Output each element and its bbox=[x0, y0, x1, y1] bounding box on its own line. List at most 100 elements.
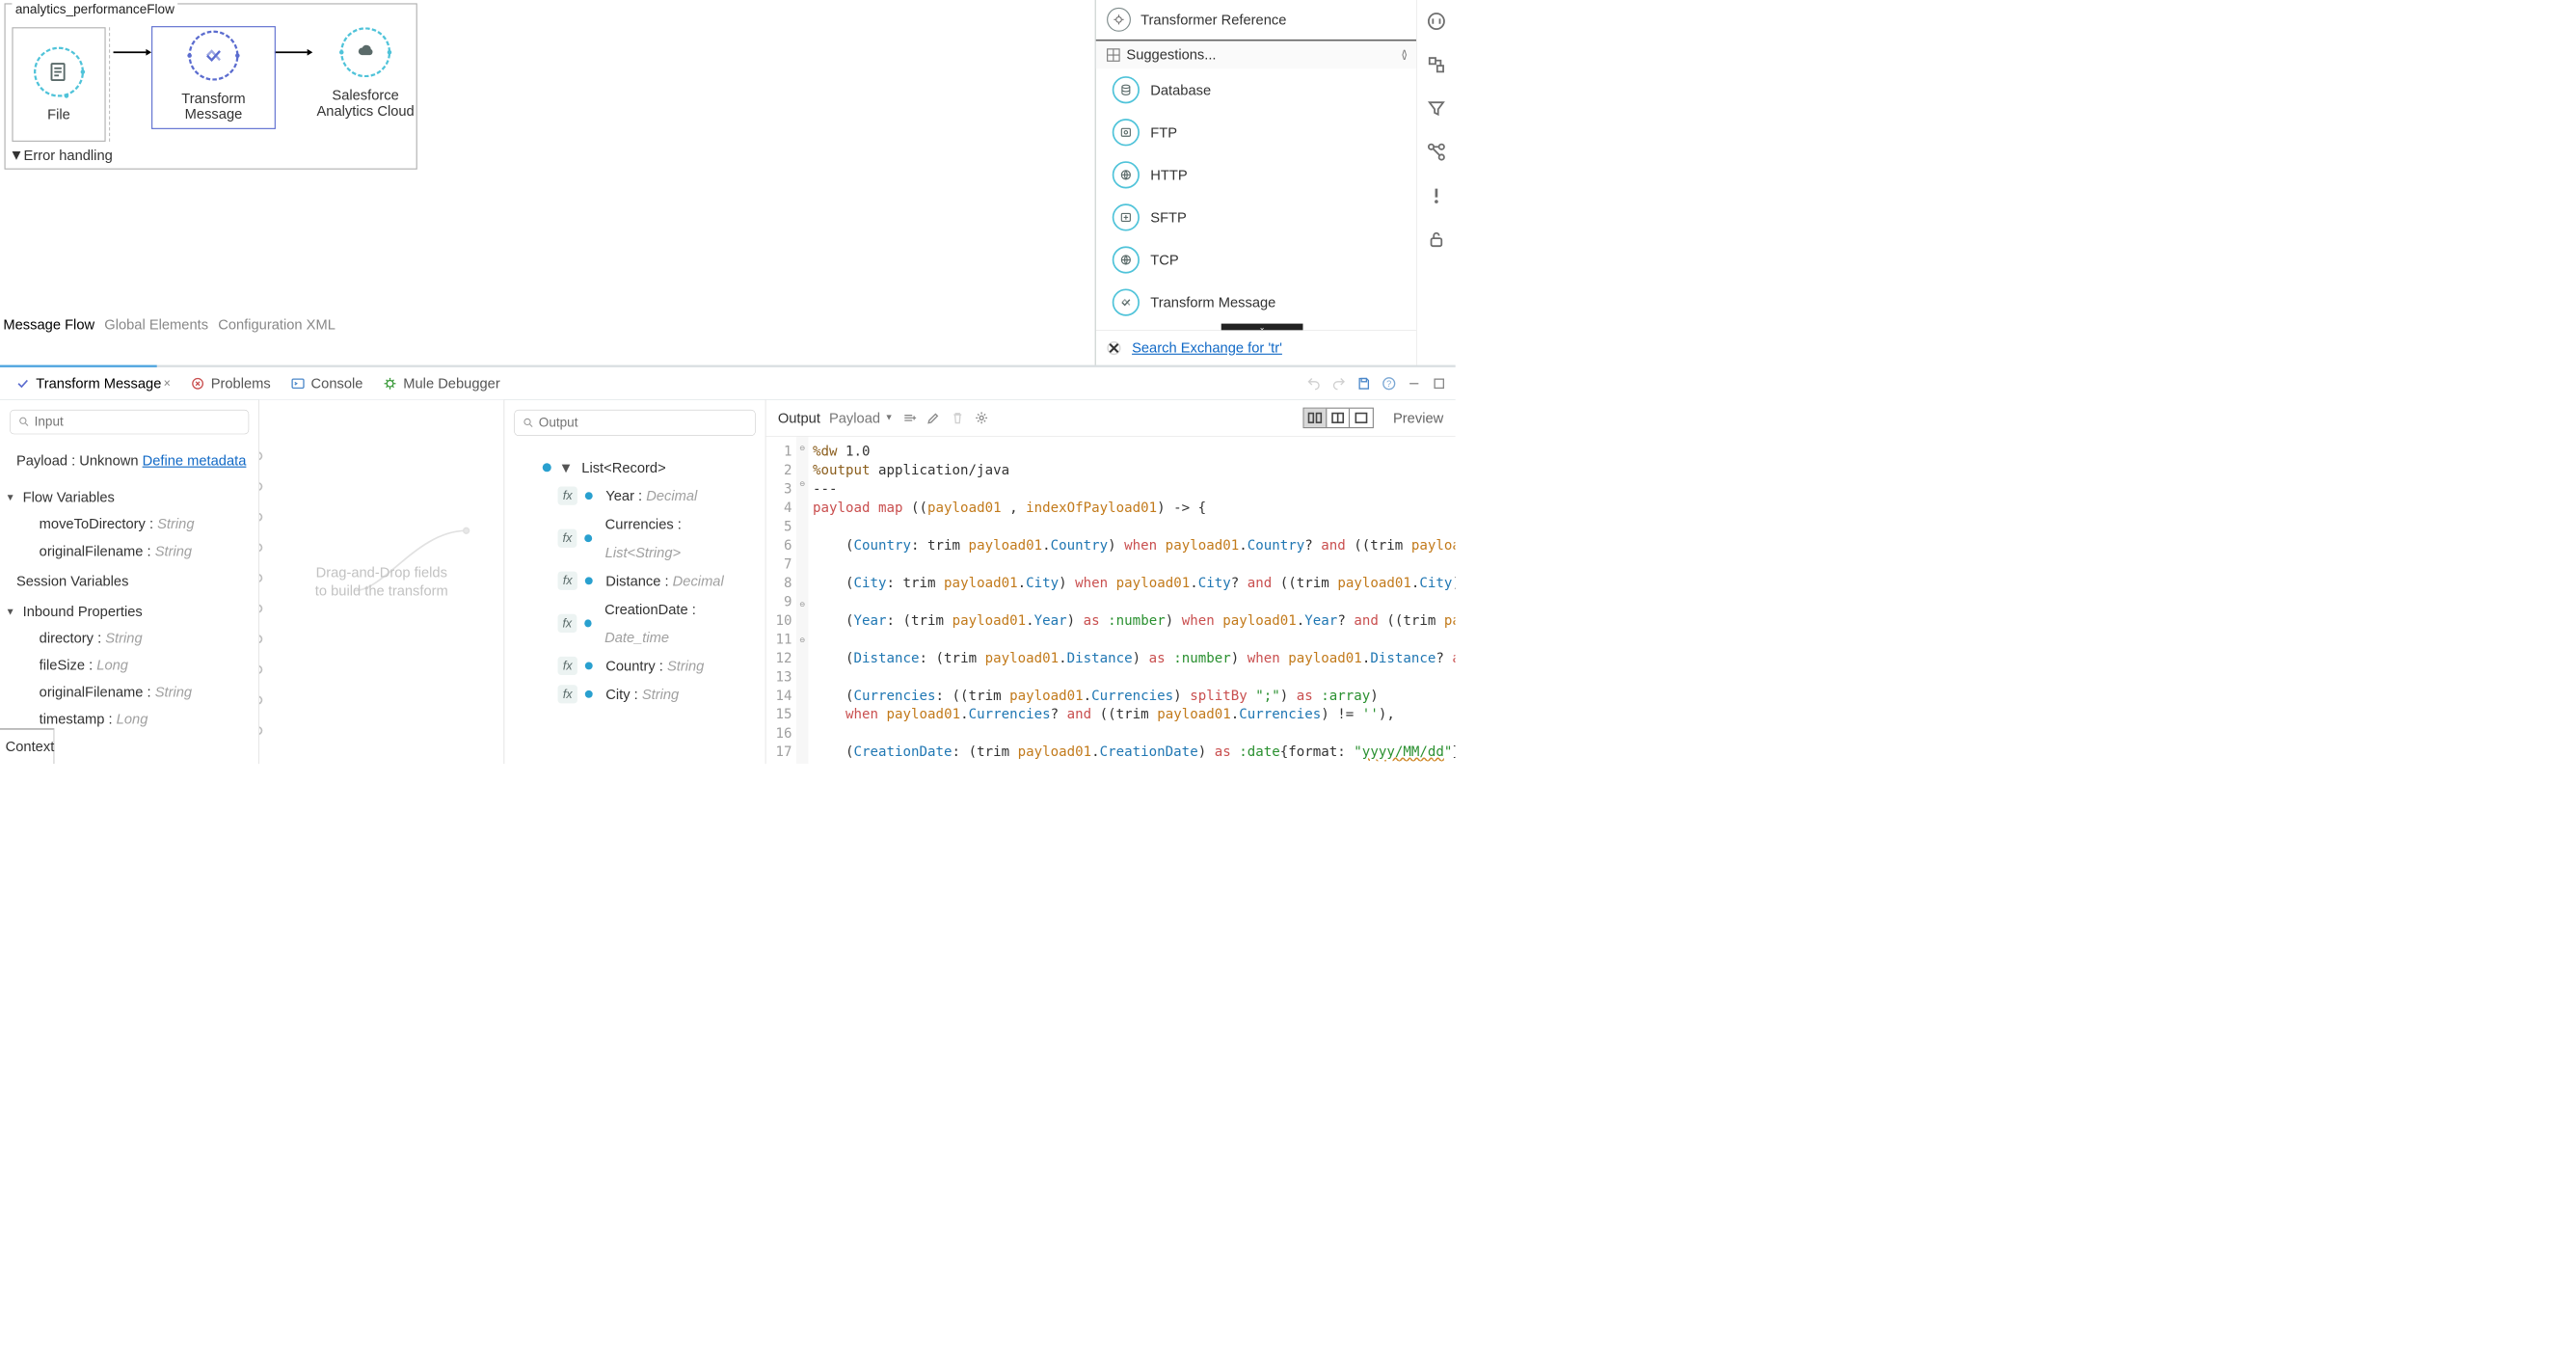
save-icon[interactable] bbox=[1356, 376, 1372, 392]
view-mode-split[interactable] bbox=[1327, 409, 1350, 427]
search-exchange-link[interactable]: Search Exchange for 'tr' bbox=[1132, 339, 1282, 357]
mapping-port[interactable] bbox=[259, 451, 262, 460]
mapping-port[interactable] bbox=[259, 543, 262, 552]
transform-message-icon bbox=[15, 376, 31, 392]
palette-more-bar[interactable]: ⌄ bbox=[1221, 324, 1303, 331]
view-mode-code[interactable] bbox=[1350, 409, 1373, 427]
inbound-properties-group[interactable]: ▼Inbound Properties bbox=[6, 598, 254, 625]
palette-item-tcp[interactable]: TCP bbox=[1096, 238, 1416, 281]
add-target-icon[interactable] bbox=[902, 410, 918, 425]
output-field[interactable]: fxCreationDate : Date_time bbox=[518, 595, 758, 652]
session-variables-group[interactable]: Session Variables bbox=[16, 568, 254, 595]
redo-icon[interactable] bbox=[1331, 376, 1347, 392]
node-salesforce-analytics[interactable]: Salesforce Analytics Cloud bbox=[313, 27, 416, 118]
fx-icon: fx bbox=[558, 487, 577, 505]
mapping-port[interactable] bbox=[259, 482, 262, 491]
tree-item[interactable]: originalFilename : String bbox=[16, 679, 254, 706]
palette-item-ftp[interactable]: FTP bbox=[1096, 111, 1416, 153]
mapping-port[interactable] bbox=[259, 513, 262, 522]
fx-icon: fx bbox=[558, 529, 577, 548]
mapping-port[interactable] bbox=[259, 726, 262, 735]
undo-icon[interactable] bbox=[1306, 376, 1322, 392]
tab-message-flow[interactable]: Message Flow bbox=[3, 316, 94, 334]
input-payload-row[interactable]: Payload : Unknown Define metadata bbox=[16, 447, 254, 474]
input-search[interactable] bbox=[10, 410, 249, 434]
output-field[interactable]: fxDistance : Decimal bbox=[518, 567, 758, 595]
tab-label: Console bbox=[311, 375, 363, 392]
input-search-field[interactable] bbox=[35, 415, 241, 430]
tab-configuration-xml[interactable]: Configuration XML bbox=[218, 316, 335, 334]
mapping-port[interactable] bbox=[259, 605, 262, 613]
tree-item[interactable]: moveToDirectory : String bbox=[16, 511, 254, 538]
mapping-port[interactable] bbox=[259, 696, 262, 705]
code-editor[interactable]: %dw 1.0 %output application/java --- pay… bbox=[808, 437, 1455, 765]
palette-item-database[interactable]: Database bbox=[1096, 68, 1416, 111]
mule-icon[interactable] bbox=[1426, 11, 1446, 31]
tree-item[interactable]: directory : String bbox=[16, 625, 254, 652]
suggestions-label: Suggestions... bbox=[1126, 46, 1216, 64]
flow-source-scope[interactable]: File bbox=[12, 27, 105, 142]
fold-gutter[interactable]: ⊖⊖⊖⊖ bbox=[796, 437, 808, 765]
file-icon bbox=[48, 61, 70, 83]
target-selector[interactable]: Payload ▼ bbox=[829, 410, 894, 427]
view-mode-toggle[interactable] bbox=[1302, 408, 1373, 428]
preview-button[interactable]: Preview bbox=[1393, 410, 1443, 427]
output-root-label: List<Record> bbox=[581, 453, 665, 481]
node-transform-message[interactable]: Transform Message bbox=[152, 27, 275, 128]
payload-label: Payload : Unknown bbox=[16, 452, 143, 469]
output-field[interactable]: fxCity : String bbox=[518, 680, 758, 708]
tab-problems[interactable]: Problems bbox=[180, 367, 281, 399]
output-field[interactable]: fxCurrencies : List<String> bbox=[518, 510, 758, 567]
tree-item[interactable]: timestamp : Long bbox=[16, 706, 254, 729]
lock-icon[interactable] bbox=[1426, 229, 1446, 249]
expand-icon[interactable]: ⟨⟩ bbox=[1401, 48, 1405, 62]
output-search-field[interactable] bbox=[539, 416, 747, 431]
delete-icon[interactable] bbox=[950, 410, 965, 425]
output-search[interactable] bbox=[514, 410, 755, 436]
tree-item[interactable]: originalFilename : String bbox=[16, 538, 254, 565]
flow-title: analytics_performanceFlow bbox=[12, 2, 177, 17]
output-label: Output bbox=[778, 410, 820, 427]
tree-item[interactable]: fileSize : Long bbox=[16, 652, 254, 679]
field-type: Date_time bbox=[604, 630, 669, 646]
field-name: Year : bbox=[605, 488, 646, 504]
warning-icon[interactable] bbox=[1426, 185, 1446, 205]
minimize-icon[interactable] bbox=[1407, 376, 1422, 392]
mapping-port[interactable] bbox=[259, 665, 262, 674]
palette-item-http[interactable]: HTTP bbox=[1096, 153, 1416, 196]
mapping-port[interactable] bbox=[259, 635, 262, 643]
gear-icon[interactable] bbox=[974, 410, 989, 425]
field-name: Country : bbox=[605, 658, 667, 674]
context-button[interactable]: Context bbox=[0, 728, 55, 764]
maximize-icon[interactable] bbox=[1432, 376, 1447, 392]
palette-suggestions-header[interactable]: Suggestions... ⟨⟩ bbox=[1096, 40, 1416, 68]
palette-item-sftp[interactable]: SFTP bbox=[1096, 196, 1416, 238]
tab-global-elements[interactable]: Global Elements bbox=[104, 316, 208, 334]
flow-canvas[interactable]: analytics_performanceFlow File bbox=[0, 0, 1095, 365]
tree-item-name: directory : bbox=[40, 630, 106, 646]
node-file[interactable] bbox=[34, 46, 84, 96]
ftp-icon bbox=[1113, 119, 1140, 146]
field-type: Decimal bbox=[673, 573, 724, 589]
tcp-icon bbox=[1113, 246, 1140, 273]
output-root[interactable]: ▼ List<Record> bbox=[518, 453, 758, 481]
tab-mule-debugger[interactable]: Mule Debugger bbox=[373, 367, 510, 399]
output-field[interactable]: fxYear : Decimal bbox=[518, 481, 758, 509]
error-handling-section[interactable]: ▶ Error handling bbox=[13, 148, 113, 165]
view-mode-tree[interactable] bbox=[1303, 409, 1327, 427]
outline-icon[interactable] bbox=[1426, 55, 1446, 75]
flow-variables-group[interactable]: ▼Flow Variables bbox=[6, 484, 254, 511]
fx-icon: fx bbox=[558, 657, 577, 675]
connections-icon[interactable] bbox=[1426, 142, 1446, 162]
tab-transform-message[interactable]: Transform Message × bbox=[6, 367, 180, 399]
output-field[interactable]: fxCountry : String bbox=[518, 652, 758, 680]
close-icon[interactable]: × bbox=[164, 376, 171, 391]
tab-console[interactable]: Console bbox=[281, 367, 373, 399]
filter-icon[interactable] bbox=[1426, 98, 1446, 119]
mapping-pane[interactable]: Drag-and-Drop fields to build the transf… bbox=[259, 400, 504, 764]
edit-icon[interactable] bbox=[926, 410, 941, 425]
palette-item-transform-message[interactable]: Transform Message bbox=[1096, 282, 1416, 324]
palette-category-header[interactable]: Transformer Reference bbox=[1096, 0, 1416, 40]
help-icon[interactable]: ? bbox=[1382, 376, 1397, 392]
define-metadata-link[interactable]: Define metadata bbox=[143, 452, 247, 469]
